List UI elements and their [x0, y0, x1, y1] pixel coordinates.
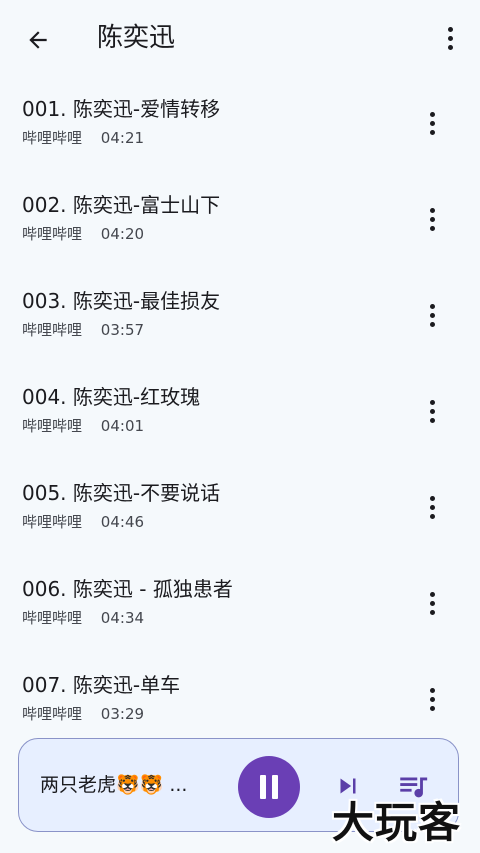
- song-meta: 哔哩哔哩 04:34: [22, 608, 144, 628]
- song-more-button[interactable]: [420, 204, 444, 234]
- page-title: 陈奕迅: [97, 23, 176, 53]
- back-button[interactable]: [18, 20, 58, 60]
- song-list-item[interactable]: 004. 陈奕迅-红玫瑰 哔哩哔哩 04:01: [0, 364, 480, 460]
- song-duration: 04:01: [100, 417, 145, 435]
- song-artist: 哔哩哔哩: [22, 705, 83, 723]
- song-title: 002. 陈奕迅-富士山下: [22, 193, 221, 217]
- song-artist: 哔哩哔哩: [22, 321, 83, 339]
- more-vertical-icon: [429, 207, 435, 231]
- song-artist: 哔哩哔哩: [22, 129, 83, 147]
- song-duration: 04:20: [100, 225, 145, 243]
- song-artist: 哔哩哔哩: [22, 513, 83, 531]
- song-title: 001. 陈奕迅-爱情转移: [22, 97, 221, 121]
- song-duration: 04:46: [100, 513, 145, 531]
- song-more-button[interactable]: [420, 108, 444, 138]
- more-options-button[interactable]: [438, 18, 462, 58]
- watermark-logo: 大玩客: [332, 798, 462, 847]
- more-vertical-icon: [429, 399, 435, 423]
- song-list-item[interactable]: 005. 陈奕迅-不要说话 哔哩哔哩 04:46: [0, 460, 480, 556]
- more-vertical-icon: [429, 591, 435, 615]
- play-pause-button[interactable]: [238, 756, 300, 818]
- song-meta: 哔哩哔哩 04:20: [22, 224, 144, 244]
- song-duration: 03:57: [100, 321, 145, 339]
- song-list-item[interactable]: 003. 陈奕迅-最佳损友 哔哩哔哩 03:57: [0, 268, 480, 364]
- song-more-button[interactable]: [420, 588, 444, 618]
- song-more-button[interactable]: [420, 492, 444, 522]
- song-artist: 哔哩哔哩: [22, 225, 83, 243]
- more-vertical-icon: [429, 687, 435, 711]
- song-duration: 04:34: [100, 609, 145, 627]
- song-more-button[interactable]: [420, 300, 444, 330]
- more-vertical-icon: [447, 26, 453, 50]
- song-artist: 哔哩哔哩: [22, 417, 83, 435]
- song-duration: 04:21: [100, 129, 145, 147]
- song-meta: 哔哩哔哩 04:46: [22, 512, 144, 532]
- song-meta: 哔哩哔哩 03:57: [22, 320, 144, 340]
- song-title: 005. 陈奕迅-不要说话: [22, 481, 221, 505]
- song-list: 001. 陈奕迅-爱情转移 哔哩哔哩 04:21 002. 陈奕迅-富士山下 哔…: [0, 76, 480, 748]
- song-title: 007. 陈奕迅-单车: [22, 673, 181, 697]
- song-meta: 哔哩哔哩 04:21: [22, 128, 144, 148]
- more-vertical-icon: [429, 111, 435, 135]
- song-more-button[interactable]: [420, 396, 444, 426]
- song-duration: 03:29: [100, 705, 145, 723]
- app-root: 陈奕迅 001. 陈奕迅-爱情转移 哔哩哔哩 04:21 002. 陈奕迅-富士…: [0, 0, 480, 853]
- song-title: 006. 陈奕迅 - 孤独患者: [22, 577, 233, 601]
- song-more-button[interactable]: [420, 684, 444, 714]
- song-artist: 哔哩哔哩: [22, 609, 83, 627]
- song-list-item[interactable]: 006. 陈奕迅 - 孤独患者 哔哩哔哩 04:34: [0, 556, 480, 652]
- more-vertical-icon: [429, 303, 435, 327]
- arrow-left-icon: [29, 31, 47, 49]
- pause-icon: [257, 775, 281, 799]
- now-playing-title: 两只老虎🐯🐯 ...: [40, 774, 188, 796]
- song-title: 003. 陈奕迅-最佳损友: [22, 289, 221, 313]
- song-list-item[interactable]: 002. 陈奕迅-富士山下 哔哩哔哩 04:20: [0, 172, 480, 268]
- more-vertical-icon: [429, 495, 435, 519]
- song-meta: 哔哩哔哩 04:01: [22, 416, 144, 436]
- song-title: 004. 陈奕迅-红玫瑰: [22, 385, 201, 409]
- song-list-item[interactable]: 001. 陈奕迅-爱情转移 哔哩哔哩 04:21: [0, 76, 480, 172]
- top-app-bar: 陈奕迅: [0, 0, 480, 76]
- song-meta: 哔哩哔哩 03:29: [22, 704, 144, 724]
- song-list-item[interactable]: 007. 陈奕迅-单车 哔哩哔哩 03:29: [0, 652, 480, 748]
